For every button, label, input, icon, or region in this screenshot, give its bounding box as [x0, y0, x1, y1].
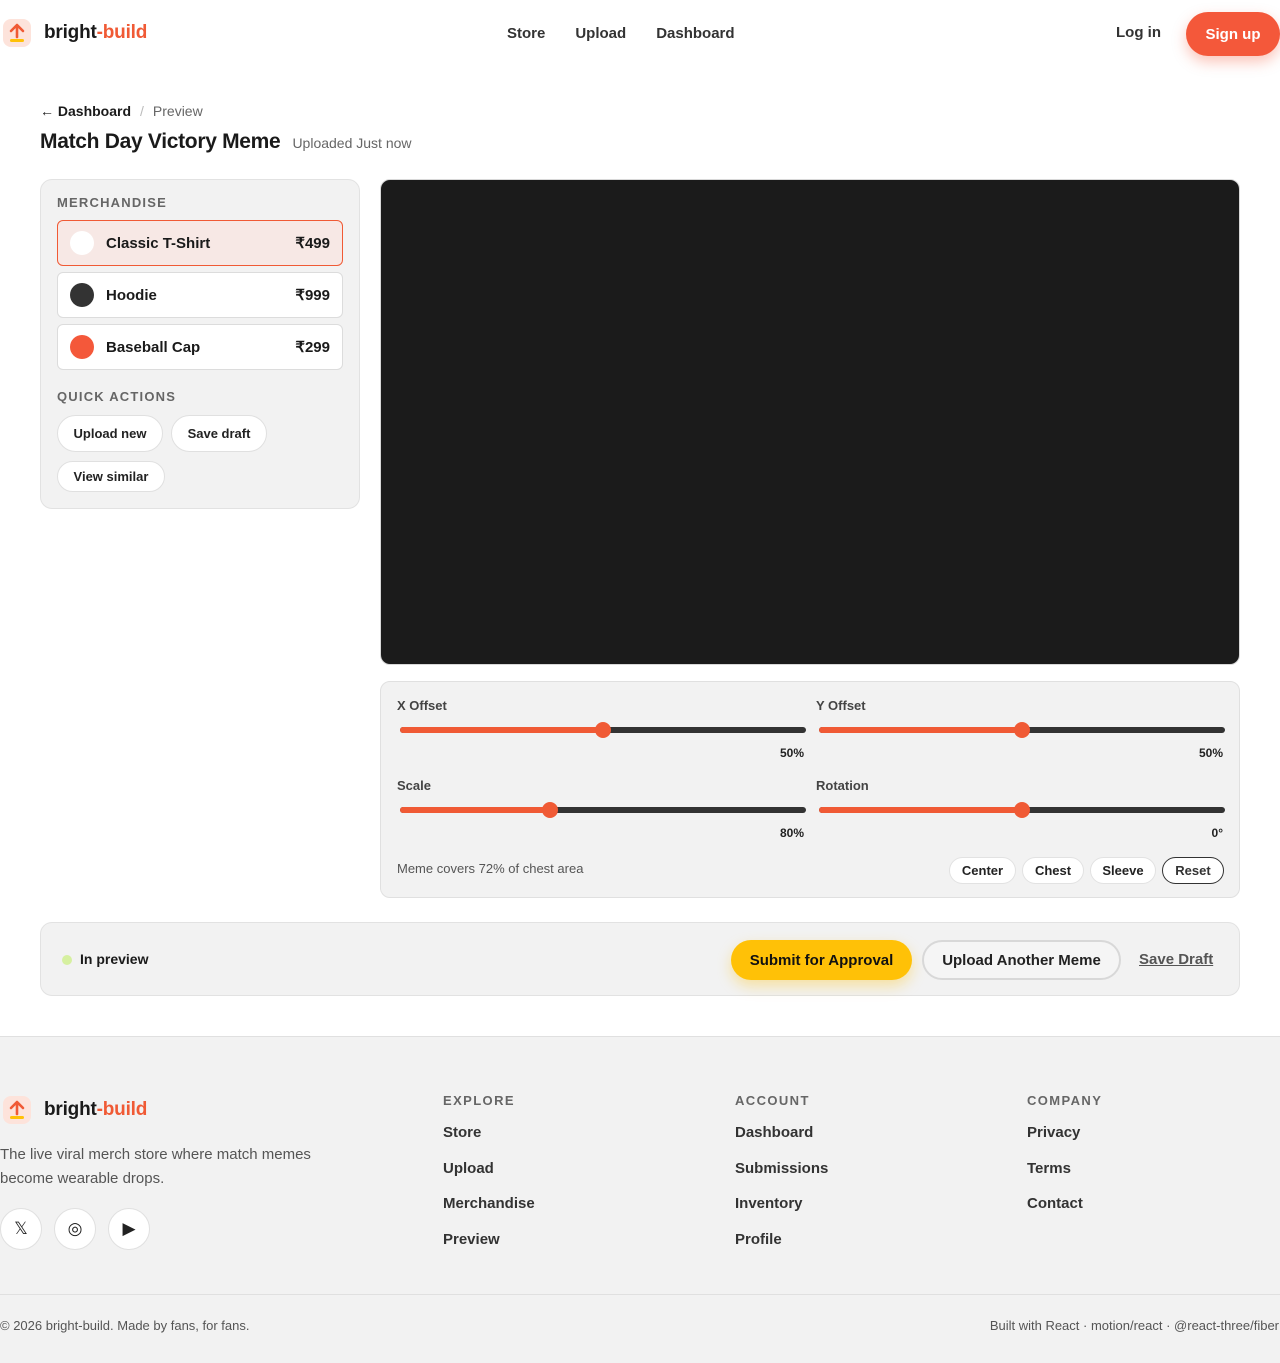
footer-column-title: ACCOUNT [735, 1093, 810, 1108]
footer-link-dashboard[interactable]: Dashboard [735, 1122, 828, 1158]
scale-slider[interactable] [400, 802, 806, 818]
merch-name: Classic T-Shirt [106, 234, 211, 252]
x-offset-slider[interactable] [400, 722, 806, 738]
title-row: Match Day Victory Meme Uploaded Just now [40, 130, 412, 154]
view-similar-button[interactable]: View similar [57, 461, 165, 492]
breadcrumb-back-dashboard[interactable]: ← Dashboard [40, 103, 131, 119]
reset-button[interactable]: Reset [1162, 857, 1224, 884]
main-nav: Store Upload Dashboard [507, 25, 735, 42]
rotation-value: 0° [1211, 826, 1223, 840]
merch-price: ₹499 [295, 235, 330, 252]
merch-name: Hoodie [106, 286, 157, 304]
coverage-text: Meme covers 72% of chest area [397, 861, 584, 876]
brand-name: bright-build [44, 22, 148, 43]
footer-link-merchandise[interactable]: Merchandise [443, 1193, 535, 1229]
footer-divider [0, 1294, 1280, 1295]
slider-thumb[interactable] [1014, 802, 1030, 818]
status-dot-icon [62, 955, 72, 965]
slider-fill [400, 727, 603, 733]
footer-link-submissions[interactable]: Submissions [735, 1158, 828, 1194]
page-title: Match Day Victory Meme [40, 130, 281, 153]
slider-thumb[interactable] [1014, 722, 1030, 738]
color-swatch [70, 231, 94, 255]
x-offset-value: 50% [779, 746, 804, 760]
merch-item-baseball-cap[interactable]: Baseball Cap ₹299 [57, 324, 343, 370]
nav-store[interactable]: Store [507, 25, 545, 42]
preset-center-button[interactable]: Center [949, 857, 1016, 884]
footer-explore-column: EXPLORE Store Upload Merchandise Preview [443, 1093, 535, 1264]
built-with: Built with React · motion/react · @react… [989, 1318, 1279, 1333]
slider-fill [819, 727, 1022, 733]
rotation-label: Rotation [816, 778, 869, 793]
y-offset-slider[interactable] [819, 722, 1225, 738]
slider-thumb[interactable] [542, 802, 559, 818]
upload-another-meme-button[interactable]: Upload Another Meme [922, 940, 1121, 980]
merchandise-heading: MERCHANDISE [57, 195, 167, 210]
breadcrumb-separator: / [140, 103, 144, 119]
footer-link-contact[interactable]: Contact [1027, 1193, 1102, 1229]
x-offset-label: X Offset [397, 698, 447, 713]
preset-sleeve-button[interactable]: Sleeve [1090, 857, 1156, 884]
merch-item-hoodie[interactable]: Hoodie ₹999 [57, 272, 343, 318]
brand-name: bright-build [44, 1099, 148, 1120]
instagram-icon[interactable]: ◎ [54, 1208, 96, 1250]
upload-arrow-icon [3, 1096, 31, 1124]
preset-chest-button[interactable]: Chest [1022, 857, 1084, 884]
youtube-icon[interactable]: ▶ [108, 1208, 150, 1250]
footer-tagline: The live viral merch store where match m… [0, 1146, 311, 1187]
footer-link-privacy[interactable]: Privacy [1027, 1122, 1102, 1158]
footer-link-store[interactable]: Store [443, 1122, 535, 1158]
footer-link-profile[interactable]: Profile [735, 1229, 828, 1265]
upload-new-button[interactable]: Upload new [57, 415, 163, 452]
breadcrumb: ← Dashboard / Preview [40, 103, 203, 119]
save-draft-quick-button[interactable]: Save draft [171, 415, 267, 452]
login-link[interactable]: Log in [1116, 24, 1161, 41]
footer-link-terms[interactable]: Terms [1027, 1158, 1102, 1194]
color-swatch [70, 335, 94, 359]
nav-upload[interactable]: Upload [575, 25, 626, 42]
site-footer: bright-build The live viral merch store … [0, 1036, 1280, 1363]
footer-column-title: EXPLORE [443, 1093, 515, 1108]
site-header: bright-build Store Upload Dashboard Log … [0, 0, 1280, 68]
footer-company-column: COMPANY Privacy Terms Contact [1027, 1093, 1102, 1229]
save-draft-link[interactable]: Save Draft [1139, 951, 1213, 968]
breadcrumb-current: Preview [152, 103, 203, 119]
scale-value: 80% [779, 826, 804, 840]
brand-logo[interactable]: bright-build [3, 19, 147, 47]
footer-link-preview[interactable]: Preview [443, 1229, 535, 1265]
merch-price: ₹999 [295, 287, 330, 304]
merch-price: ₹299 [295, 339, 330, 356]
preview-canvas[interactable] [380, 179, 1240, 665]
scale-label: Scale [397, 778, 431, 793]
footer-account-column: ACCOUNT Dashboard Submissions Inventory … [735, 1093, 828, 1264]
uploaded-timestamp: Uploaded Just now [292, 135, 412, 151]
footer-link-upload[interactable]: Upload [443, 1158, 535, 1194]
quick-actions-heading: QUICK ACTIONS [57, 389, 177, 404]
y-offset-value: 50% [1198, 746, 1223, 760]
slider-fill [819, 807, 1022, 813]
merch-item-classic-tshirt[interactable]: Classic T-Shirt ₹499 [57, 220, 343, 266]
footer-brand-logo[interactable]: bright-build [3, 1096, 147, 1124]
nav-dashboard[interactable]: Dashboard [656, 25, 734, 42]
merchandise-panel: MERCHANDISE Classic T-Shirt ₹499 Hoodie … [40, 179, 360, 509]
copyright: © 2026 bright-build. Made by fans, for f… [0, 1318, 250, 1333]
placement-controls: X Offset 50% Y Offset 50% Scale 80% Rota… [380, 681, 1240, 898]
signup-button[interactable]: Sign up [1186, 12, 1280, 56]
slider-fill [400, 807, 551, 813]
color-swatch [70, 283, 94, 307]
rotation-slider[interactable] [819, 802, 1225, 818]
submit-for-approval-button[interactable]: Submit for Approval [731, 940, 912, 980]
x-icon[interactable]: 𝕏 [0, 1208, 42, 1250]
y-offset-label: Y Offset [816, 698, 866, 713]
action-bar: In preview Submit for Approval Upload An… [40, 922, 1240, 996]
slider-thumb[interactable] [595, 722, 611, 738]
upload-arrow-icon [3, 19, 31, 47]
footer-column-title: COMPANY [1027, 1093, 1103, 1108]
status-badge: In preview [80, 951, 149, 967]
merch-name: Baseball Cap [106, 338, 201, 356]
footer-link-inventory[interactable]: Inventory [735, 1193, 828, 1229]
